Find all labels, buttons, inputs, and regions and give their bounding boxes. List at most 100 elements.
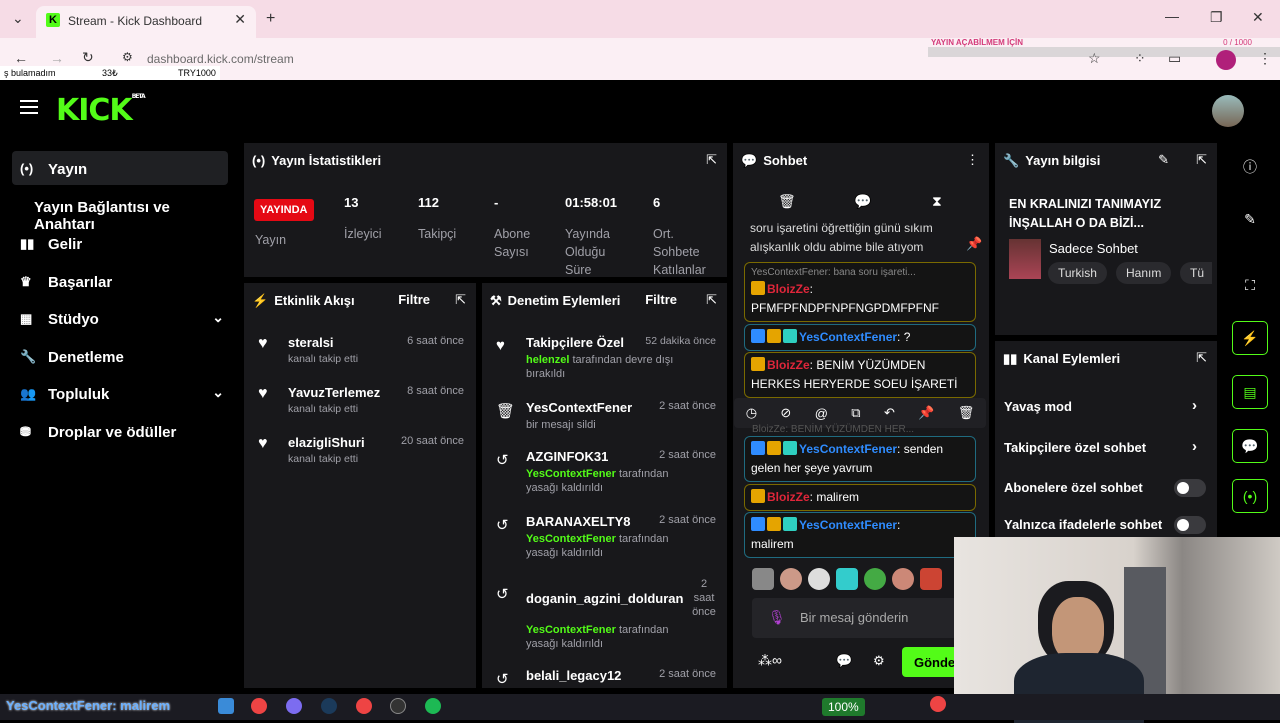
chat-bubble-icon[interactable]: 💬 xyxy=(1232,429,1268,463)
pin-icon[interactable]: 📌 xyxy=(918,405,934,421)
hourglass-icon[interactable]: ⧗ xyxy=(932,193,942,210)
discord-icon[interactable] xyxy=(286,698,302,714)
sidebar-item-topluluk[interactable]: 👥 Topluluk ⌄ xyxy=(12,376,228,410)
emote-icon[interactable] xyxy=(892,568,914,590)
trash-icon[interactable]: 🗑 xyxy=(778,193,796,210)
tag-chip[interactable]: Turkish xyxy=(1048,262,1107,284)
broadcast-icon: (•) xyxy=(20,161,34,176)
gear-icon[interactable]: ⚙ xyxy=(873,653,885,669)
notes-icon[interactable]: ▤ xyxy=(1232,375,1268,409)
category-name[interactable]: Sadece Sohbet xyxy=(1049,241,1138,256)
studio-icon: ▦ xyxy=(20,311,33,326)
tag-chip[interactable]: Tü xyxy=(1180,262,1212,284)
timeout-icon[interactable]: ◷ xyxy=(746,405,757,421)
activity-filter-button[interactable]: Filtre xyxy=(398,292,430,307)
bookmark-star-icon[interactable]: ☆ xyxy=(1088,50,1101,67)
chat-message[interactable]: BloizZe: BENİM YÜZÜMDEN HERKES HERYERDE … xyxy=(744,352,976,398)
close-window-icon[interactable]: ✕ xyxy=(1252,9,1264,26)
kick-logo[interactable]: KICKBETA xyxy=(56,93,146,128)
chrome-icon[interactable] xyxy=(356,698,372,714)
steam-icon[interactable] xyxy=(321,698,337,714)
crown-badge-icon xyxy=(767,329,781,343)
emote-icon[interactable] xyxy=(864,568,886,590)
bolt-icon[interactable]: ⚡ xyxy=(1232,321,1268,355)
chat-message[interactable]: YesContextFener: bana soru işareti... Bl… xyxy=(744,262,976,322)
tab-search-icon[interactable]: ⌄ xyxy=(12,10,24,27)
pin-icon[interactable]: 📌 xyxy=(966,236,982,252)
popout-icon[interactable]: ⇱ xyxy=(706,292,717,308)
sidebar-item-gelir[interactable]: ▮▮ Gelir xyxy=(12,226,228,260)
url-text[interactable]: dashboard.kick.com/stream xyxy=(147,52,294,66)
forward-icon[interactable]: → xyxy=(50,50,64,66)
emote-icon[interactable] xyxy=(752,568,774,590)
spotify-icon[interactable] xyxy=(425,698,441,714)
subscribers-only-toggle[interactable] xyxy=(1174,479,1206,497)
followers-only-option[interactable]: Takipçilere özel sohbet xyxy=(1004,440,1146,455)
emote-only-toggle[interactable] xyxy=(1174,516,1206,534)
browser-tab[interactable]: K Stream - Kick Dashboard ✕ xyxy=(36,6,256,38)
browser-menu-icon[interactable]: ⋮ xyxy=(1258,50,1272,67)
emote-icon[interactable] xyxy=(920,568,942,590)
reply-icon[interactable]: ↶ xyxy=(884,405,895,421)
fullscreen-icon[interactable]: ⛶ xyxy=(1232,269,1268,303)
mention-icon[interactable]: @ xyxy=(815,406,828,421)
user-avatar[interactable] xyxy=(1212,95,1244,127)
chat-input[interactable]: 🎙 Bir mesaj gönderin xyxy=(752,598,957,638)
points-icon[interactable]: ⁂∞ xyxy=(758,652,782,669)
chat-bubble-icon[interactable]: 💬 xyxy=(854,193,871,210)
site-info-icon[interactable]: ⚙ xyxy=(122,50,133,64)
stat-value-uptime: 01:58:01 xyxy=(565,195,618,210)
sidebar-item-denetleme[interactable]: 🔧 Denetleme xyxy=(12,339,228,373)
copy-icon[interactable]: ⧉ xyxy=(851,405,860,421)
ban-icon[interactable]: ⊘ xyxy=(780,405,791,421)
sidebar-item-stream-key[interactable]: Yayın Bağlantısı ve Anahtarı xyxy=(12,189,228,233)
notification-icon[interactable] xyxy=(930,696,946,712)
emote-icon[interactable] xyxy=(808,568,830,590)
sidebar-item-studyo[interactable]: ▦ Stüdyo ⌄ xyxy=(12,301,228,335)
chevron-right-icon[interactable]: › xyxy=(1192,438,1197,455)
extensions-icon[interactable]: ⁘ xyxy=(1134,50,1146,67)
microphone-icon[interactable]: 🎙 xyxy=(768,609,786,626)
close-tab-icon[interactable]: ✕ xyxy=(234,11,246,28)
mail-icon[interactable] xyxy=(218,698,234,714)
chat-message[interactable]: YesContextFener: senden gelen her şeye y… xyxy=(744,436,976,482)
obs-icon[interactable] xyxy=(390,698,406,714)
chat-message[interactable]: YesContextFener: ? xyxy=(744,324,976,351)
sidebar-item-droplar[interactable]: ⛃ Droplar ve ödüller xyxy=(12,414,228,448)
profile-icon[interactable] xyxy=(1216,50,1236,70)
stat-label-uptime: Yayında Olduğu Süre xyxy=(565,227,610,277)
popout-icon[interactable]: ⇱ xyxy=(1196,152,1207,168)
slow-mode-option[interactable]: Yavaş mod xyxy=(1004,399,1072,414)
chat-message[interactable]: BloizZe: malirem xyxy=(744,484,976,511)
maximize-icon[interactable]: ❐ xyxy=(1210,9,1223,26)
sidebar-item-basarilar[interactable]: ♛ Başarılar xyxy=(12,264,228,298)
downloads-icon[interactable]: ▭ xyxy=(1168,50,1181,67)
tag-chip[interactable]: Hanım xyxy=(1116,262,1172,284)
webcam-overlay xyxy=(954,537,1280,723)
heart-icon: ♥ xyxy=(258,385,268,402)
edit-icon[interactable]: ✎ xyxy=(1232,203,1268,237)
chat-message[interactable]: YesContextFener: malirem xyxy=(744,512,976,558)
hamburger-menu-icon[interactable] xyxy=(20,100,38,114)
broadcast-icon[interactable]: (•) xyxy=(1232,479,1268,513)
emote-icon[interactable] xyxy=(836,568,858,590)
popout-icon[interactable]: ⇱ xyxy=(455,292,466,308)
minimize-icon[interactable]: — xyxy=(1165,8,1179,24)
send-button[interactable]: Gönder xyxy=(902,647,962,677)
chevron-right-icon[interactable]: › xyxy=(1192,397,1197,414)
reload-icon[interactable]: ↻ xyxy=(82,49,94,66)
new-tab-icon[interactable]: + xyxy=(266,10,275,28)
sidebar-item-yayin[interactable]: (•) Yayın xyxy=(12,151,228,185)
chat-bubble-icon[interactable]: 💬 xyxy=(836,653,852,669)
chrome-icon[interactable] xyxy=(251,698,267,714)
delete-icon[interactable]: 🗑 xyxy=(958,405,975,421)
back-icon[interactable]: ← xyxy=(14,50,28,66)
chat-menu-icon[interactable]: ⋮ xyxy=(966,152,979,168)
moderation-panel: ⚒ Denetim Eylemleri Filtre ⇱ ♥ Takipçilere… xyxy=(482,283,727,688)
popout-icon[interactable]: ⇱ xyxy=(706,152,717,168)
moderation-filter-button[interactable]: Filtre xyxy=(645,292,677,307)
emote-icon[interactable] xyxy=(780,568,802,590)
info-icon[interactable]: ⓘ xyxy=(1232,149,1268,183)
popout-icon[interactable]: ⇱ xyxy=(1196,350,1207,366)
edit-icon[interactable]: ✎ xyxy=(1158,152,1169,168)
